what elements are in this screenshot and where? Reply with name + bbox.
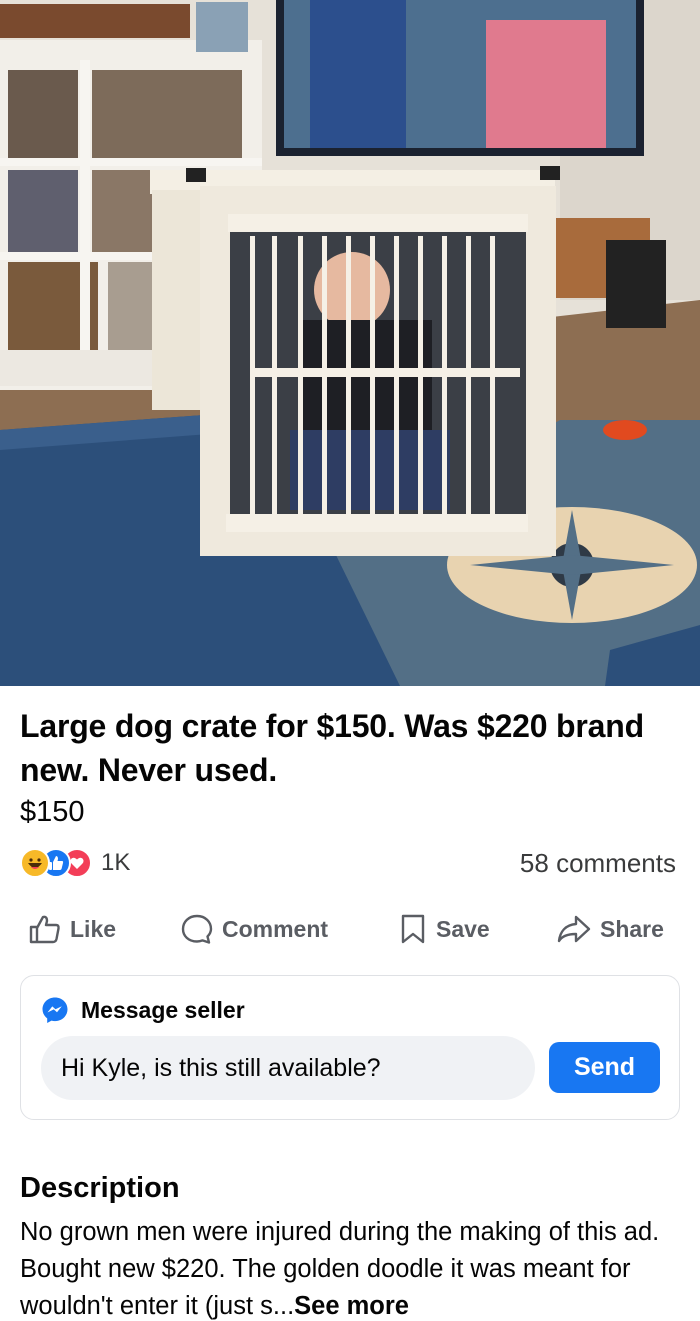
share-label: Share (600, 915, 664, 942)
listing-photo[interactable] (0, 0, 700, 686)
listing-title: Large dog crate for $150. Was $220 brand… (20, 708, 644, 788)
send-button[interactable]: Send (549, 1042, 660, 1093)
comment-icon (181, 914, 213, 944)
like-button[interactable]: Like (28, 906, 116, 952)
see-more-link[interactable]: See more (294, 1292, 409, 1320)
messenger-icon (42, 997, 68, 1023)
save-label: Save (436, 915, 490, 942)
like-label: Like (70, 915, 117, 942)
message-seller-card: Message seller Hi Kyle, is this still av… (20, 975, 680, 1120)
comment-label: Comment (222, 915, 329, 942)
reactions-summary[interactable]: 1K (20, 846, 130, 880)
save-button[interactable]: Save (398, 906, 490, 952)
share-arrow-icon (557, 915, 591, 943)
reaction-count: 1K (101, 849, 131, 876)
message-input[interactable]: Hi Kyle, is this still available? (41, 1036, 535, 1100)
listing-photo-illustration (0, 0, 700, 686)
haha-icon (20, 848, 50, 878)
thumbs-up-icon (29, 915, 60, 944)
action-bar: Like Comment Save Share (0, 906, 700, 952)
description-heading: Description (20, 1172, 180, 1204)
message-seller-heading: Message seller (81, 996, 245, 1023)
listing-price: $150 (20, 796, 85, 828)
description-text: No grown men were injured during the mak… (20, 1214, 688, 1321)
comment-button[interactable]: Comment (180, 906, 328, 952)
bookmark-icon (401, 914, 425, 944)
comments-count-link[interactable]: 58 comments (520, 848, 676, 879)
share-button[interactable]: Share (556, 906, 664, 952)
message-seller-header: Message seller (41, 996, 245, 1024)
